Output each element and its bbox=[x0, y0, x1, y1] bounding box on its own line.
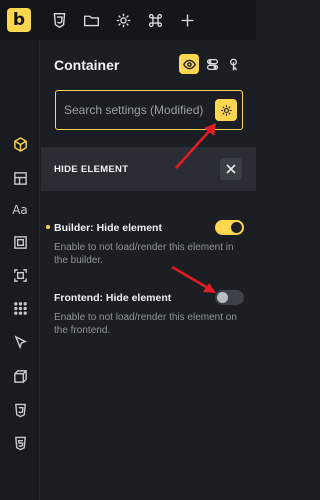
top-toolbar: b bbox=[0, 0, 256, 40]
logo[interactable]: b bbox=[7, 8, 31, 32]
layout-icon[interactable] bbox=[0, 164, 40, 192]
setting-frontend-hide: Frontend: Hide element Enable to not loa… bbox=[54, 290, 244, 337]
setting-description: Enable to not load/render this element i… bbox=[54, 242, 234, 266]
modified-indicator bbox=[46, 225, 50, 229]
typography-glyph: Aa bbox=[12, 203, 28, 217]
gear-icon[interactable] bbox=[215, 99, 237, 121]
search-input[interactable] bbox=[64, 91, 212, 129]
command-icon[interactable] bbox=[139, 0, 171, 40]
plus-icon[interactable] bbox=[171, 0, 203, 40]
frame-icon[interactable] bbox=[0, 228, 40, 256]
grid-dots-icon[interactable] bbox=[0, 294, 40, 322]
search-box bbox=[55, 90, 243, 130]
cube-icon[interactable] bbox=[0, 130, 40, 158]
setting-builder-hide: Builder: Hide element Enable to not load… bbox=[46, 220, 244, 267]
frontend-hide-toggle[interactable] bbox=[215, 290, 244, 305]
spacing-icon[interactable] bbox=[0, 261, 40, 289]
setting-description: Enable to not load/render this element o… bbox=[54, 312, 237, 336]
left-rail: Aa bbox=[0, 40, 40, 500]
cursor-icon[interactable] bbox=[0, 328, 40, 356]
section-title: HIDE ELEMENT bbox=[54, 163, 129, 175]
3d-box-icon[interactable] bbox=[0, 362, 40, 390]
pointer-icon[interactable] bbox=[223, 54, 243, 74]
css3-icon[interactable] bbox=[43, 0, 75, 40]
folder-icon[interactable] bbox=[75, 0, 107, 40]
css3-icon[interactable] bbox=[0, 396, 40, 424]
html5-icon[interactable] bbox=[0, 429, 40, 457]
close-icon[interactable] bbox=[220, 158, 242, 180]
builder-hide-toggle[interactable] bbox=[215, 220, 244, 235]
settings-panel: Container HIDE ELEMENT Builder: Hide ele… bbox=[41, 40, 256, 500]
panel-title: Container bbox=[54, 57, 120, 73]
section-header: HIDE ELEMENT bbox=[41, 147, 256, 191]
gear-icon[interactable] bbox=[107, 0, 139, 40]
eye-icon[interactable] bbox=[179, 54, 199, 74]
toggles-icon[interactable] bbox=[202, 54, 222, 74]
typography-icon[interactable]: Aa bbox=[0, 196, 40, 224]
